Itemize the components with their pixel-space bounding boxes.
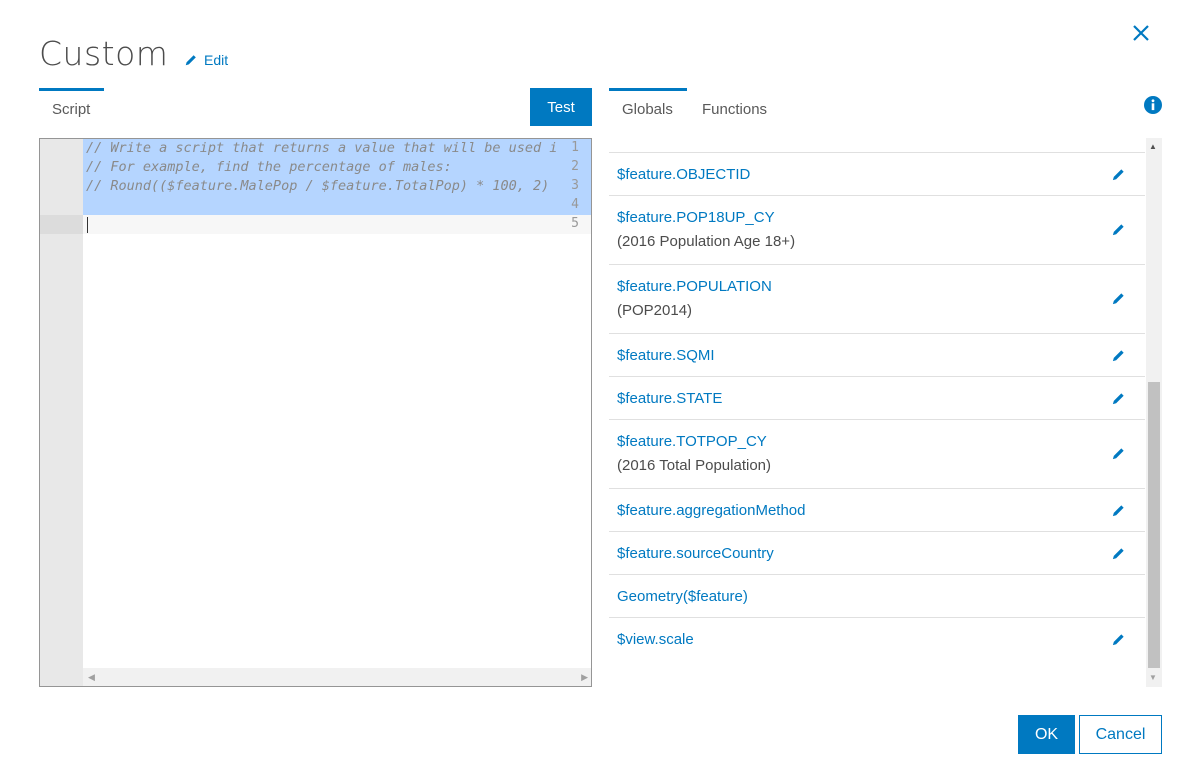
tab-globals[interactable]: Globals xyxy=(609,88,687,118)
globals-list: $feature.OBJECTID $feature.POP18UP_CY (2… xyxy=(609,152,1145,660)
code-line: // Round(($feature.MalePop / $feature.To… xyxy=(86,178,550,194)
list-item[interactable]: $feature.SQMI xyxy=(609,333,1145,376)
line-number: 2 xyxy=(571,159,579,174)
list-item[interactable]: $feature.OBJECTID xyxy=(609,152,1145,195)
horizontal-scrollbar[interactable]: ◀ ▶ xyxy=(83,668,591,686)
edit-title-link[interactable]: Edit xyxy=(184,52,228,68)
ok-button[interactable]: OK xyxy=(1018,715,1075,754)
global-name[interactable]: $feature.SQMI xyxy=(617,347,1137,364)
global-name[interactable]: $feature.POP18UP_CY xyxy=(617,209,1137,226)
code-line: // Write a script that returns a value t… xyxy=(86,140,558,156)
list-item[interactable]: $feature.STATE xyxy=(609,376,1145,419)
code-line: // For example, find the percentage of m… xyxy=(86,159,452,175)
text-cursor xyxy=(87,217,88,233)
scroll-down-icon[interactable]: ▼ xyxy=(1149,673,1157,682)
list-item[interactable]: $feature.sourceCountry xyxy=(609,531,1145,574)
global-name[interactable]: $feature.sourceCountry xyxy=(617,545,1137,562)
global-name[interactable]: $feature.POPULATION xyxy=(617,278,1137,295)
global-description: (POP2014) xyxy=(617,302,693,319)
list-item[interactable]: $feature.POP18UP_CY (2016 Population Age… xyxy=(609,195,1145,264)
pencil-icon[interactable] xyxy=(1111,632,1126,647)
list-item[interactable]: Geometry($feature) xyxy=(609,574,1145,617)
line-number: 1 xyxy=(571,140,579,155)
list-item[interactable]: $feature.aggregationMethod xyxy=(609,488,1145,531)
cancel-button[interactable]: Cancel xyxy=(1079,715,1162,754)
pencil-icon[interactable] xyxy=(1111,391,1126,406)
pencil-icon[interactable] xyxy=(1111,546,1126,561)
pencil-icon xyxy=(185,55,196,66)
info-icon[interactable] xyxy=(1144,96,1162,114)
pencil-icon[interactable] xyxy=(1111,446,1126,461)
global-name[interactable]: $feature.OBJECTID xyxy=(617,166,1137,183)
global-name[interactable]: $view.scale xyxy=(617,631,1137,648)
list-item[interactable]: $feature.TOTPOP_CY (2016 Total Populatio… xyxy=(609,419,1145,488)
current-line-gutter xyxy=(40,215,83,234)
global-name[interactable]: Geometry($feature) xyxy=(617,588,1137,605)
pencil-icon[interactable] xyxy=(1111,167,1126,182)
pencil-icon[interactable] xyxy=(1111,348,1126,363)
globals-list-panel: $feature.OBJECTID $feature.POP18UP_CY (2… xyxy=(609,138,1162,687)
dialog-title: Custom xyxy=(39,34,169,73)
tab-script[interactable]: Script xyxy=(39,88,104,118)
close-icon[interactable] xyxy=(1130,22,1152,44)
line-number: 5 xyxy=(571,216,579,231)
global-description: (2016 Total Population) xyxy=(617,457,771,474)
pencil-icon[interactable] xyxy=(1111,222,1126,237)
test-button[interactable]: Test xyxy=(530,88,592,126)
global-name[interactable]: $feature.TOTPOP_CY xyxy=(617,433,1137,450)
line-number: 3 xyxy=(571,178,579,193)
current-line-highlight xyxy=(83,215,591,234)
script-editor[interactable]: 1 2 3 4 5 // Write a script that returns… xyxy=(39,138,592,687)
pencil-icon[interactable] xyxy=(1111,503,1126,518)
list-item[interactable]: $view.scale xyxy=(609,617,1145,660)
global-description: (2016 Population Age 18+) xyxy=(617,233,796,250)
global-name[interactable]: $feature.STATE xyxy=(617,390,1137,407)
scroll-right-icon[interactable]: ▶ xyxy=(581,672,588,683)
tab-functions[interactable]: Functions xyxy=(702,91,767,118)
scroll-left-icon[interactable]: ◀ xyxy=(88,672,95,683)
edit-label: Edit xyxy=(204,52,229,68)
vertical-scrollbar[interactable]: ▲ ▼ xyxy=(1146,138,1162,687)
scroll-up-icon[interactable]: ▲ xyxy=(1149,142,1157,151)
line-number: 4 xyxy=(571,197,579,212)
list-item[interactable]: $feature.POPULATION (POP2014) xyxy=(609,264,1145,333)
scrollbar-thumb[interactable] xyxy=(1148,382,1160,668)
global-name[interactable]: $feature.aggregationMethod xyxy=(617,502,1137,519)
pencil-icon[interactable] xyxy=(1111,291,1126,306)
